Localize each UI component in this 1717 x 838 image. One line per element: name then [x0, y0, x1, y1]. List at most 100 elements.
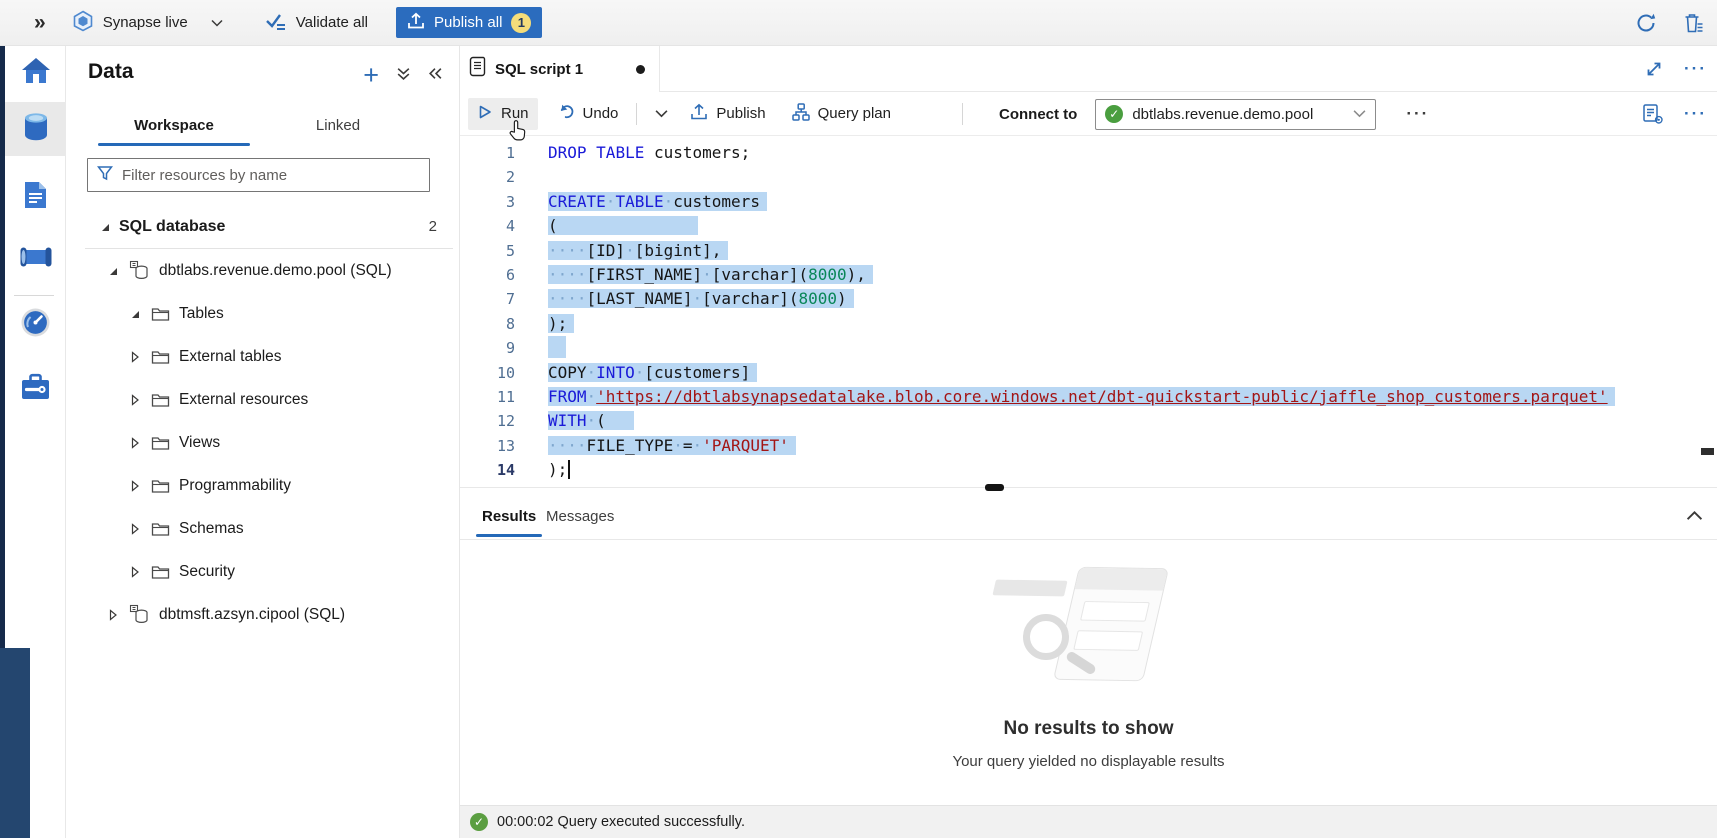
- filter-resources-input[interactable]: [122, 167, 420, 184]
- sql-editor[interactable]: 1DROP TABLE customers;23CREATE·TABLE·cus…: [460, 136, 1717, 487]
- tree-item-external-resources[interactable]: External resources: [66, 378, 459, 421]
- run-button[interactable]: Run: [468, 98, 538, 130]
- discard-trash-icon[interactable]: [1683, 12, 1705, 34]
- collapse-node-icon[interactable]: [105, 265, 121, 277]
- collapse-node-icon[interactable]: [97, 221, 113, 233]
- develop-icon: [22, 180, 49, 215]
- validate-all-button[interactable]: Validate all: [265, 12, 368, 34]
- tab-more-actions-button[interactable]: ···: [1684, 64, 1707, 74]
- code-line-1[interactable]: 1DROP TABLE customers;: [460, 141, 1717, 165]
- sidebar-item-integrate[interactable]: [5, 232, 66, 286]
- mode-selector[interactable]: Synapse live: [72, 10, 223, 36]
- tree-item-sql-database[interactable]: SQL database2: [66, 205, 459, 248]
- empty-state-subtitle: Your query yielded no displayable result…: [952, 753, 1224, 770]
- query-plan-button[interactable]: Query plan: [783, 97, 900, 131]
- filter-box: [87, 158, 430, 192]
- rail-divider: [14, 295, 54, 296]
- line-content: ····[ID]·[bigint],: [548, 239, 728, 263]
- publish-icon: [690, 103, 708, 125]
- tab-messages[interactable]: Messages: [546, 493, 614, 540]
- properties-icon[interactable]: [1642, 103, 1664, 125]
- sidebar-item-data[interactable]: [5, 102, 66, 156]
- publish-all-button[interactable]: Publish all 1: [396, 7, 542, 38]
- token: );: [548, 460, 567, 479]
- tree-item-dbtlabs-revenue-demo-pool-sql[interactable]: dbtlabs.revenue.demo.pool (SQL): [66, 249, 459, 292]
- tree-item-external-tables[interactable]: External tables: [66, 335, 459, 378]
- token: customers;: [644, 143, 750, 162]
- main-content: SQL script 1 ··· Run: [460, 46, 1717, 838]
- toolbar-more-button[interactable]: ···: [1684, 109, 1707, 119]
- tab-linked[interactable]: Linked: [256, 104, 420, 146]
- collapse-node-icon[interactable]: [127, 308, 143, 320]
- expand-node-icon[interactable]: [127, 523, 143, 535]
- undo-redo-dropdown[interactable]: [646, 99, 677, 128]
- add-resource-button[interactable]: +: [363, 66, 379, 84]
- tree-item-views[interactable]: Views: [66, 421, 459, 464]
- expand-node-icon[interactable]: [127, 480, 143, 492]
- token: [ID]: [587, 241, 626, 260]
- tree-item-count: 2: [429, 218, 437, 235]
- line-content: CREATE·TABLE·customers: [548, 190, 767, 214]
- code-line-10[interactable]: 10COPY·INTO·[customers]: [460, 361, 1717, 385]
- synapse-studio-window: » Synapse live Validate all Publish all …: [0, 0, 1717, 838]
- resize-diagonal-icon[interactable]: [1644, 59, 1664, 79]
- code-line-8[interactable]: 8);: [460, 312, 1717, 336]
- tab-results[interactable]: Results: [482, 493, 536, 540]
- refresh-icon[interactable]: [1635, 12, 1657, 34]
- token: ·: [587, 411, 597, 430]
- script-toolbar: Run Undo Publish: [460, 92, 1717, 136]
- sidebar-item-home[interactable]: [5, 46, 66, 100]
- code-line-3[interactable]: 3CREATE·TABLE·customers: [460, 190, 1717, 214]
- line-content: );: [548, 312, 574, 336]
- token: (: [548, 216, 558, 235]
- sidebar-item-monitor[interactable]: [5, 298, 66, 352]
- code-line-11[interactable]: 11FROM·'https://dbtlabsynapsedatalake.bl…: [460, 385, 1717, 409]
- expand-node-icon[interactable]: [127, 566, 143, 578]
- publish-button[interactable]: Publish: [681, 97, 774, 131]
- undo-button[interactable]: Undo: [548, 97, 628, 130]
- panel-title: Data: [88, 60, 134, 84]
- expand-node-icon[interactable]: [127, 351, 143, 363]
- code-line-13[interactable]: 13····FILE_TYPE·=·'PARQUET': [460, 434, 1717, 458]
- tree-item-label: External tables: [179, 348, 282, 366]
- expand-node-icon[interactable]: [127, 394, 143, 406]
- token: TABLE: [615, 192, 663, 211]
- toolbar-separator: [962, 103, 963, 125]
- token: );: [548, 314, 567, 333]
- sidebar-item-manage[interactable]: [5, 362, 66, 416]
- code-line-9[interactable]: 9: [460, 336, 1717, 360]
- code-line-12[interactable]: 12WITH·(: [460, 409, 1717, 433]
- splitter-grip[interactable]: [985, 484, 1004, 491]
- tree-item-tables[interactable]: Tables: [66, 292, 459, 335]
- token: 8000: [798, 289, 837, 308]
- code-line-6[interactable]: 6····[FIRST_NAME]·[varchar](8000),: [460, 263, 1717, 287]
- tree-item-dbtmsft-azsyn-cipool-sql[interactable]: dbtmsft.azsyn.cipool (SQL): [66, 593, 459, 636]
- connect-more-button[interactable]: ···: [1406, 109, 1429, 119]
- selection-block: [548, 336, 566, 358]
- code-line-14[interactable]: 14);: [460, 458, 1717, 482]
- selection-block: COPY·INTO·[customers]: [548, 363, 757, 382]
- sidebar-item-develop[interactable]: [5, 170, 66, 224]
- expand-topnav-icon[interactable]: »: [34, 11, 46, 35]
- code-line-2[interactable]: 2: [460, 165, 1717, 189]
- code-line-4[interactable]: 4(: [460, 214, 1717, 238]
- tab-workspace[interactable]: Workspace: [92, 104, 256, 146]
- collapse-panel-button[interactable]: [428, 66, 443, 84]
- query-status-bar: ✓ 00:00:02 Query executed successfully.: [460, 805, 1717, 838]
- code-line-5[interactable]: 5····[ID]·[bigint],: [460, 239, 1717, 263]
- chevron-up-icon[interactable]: [1686, 509, 1703, 524]
- results-header: Results Messages: [460, 493, 1717, 540]
- code-line-7[interactable]: 7····[LAST_NAME]·[varchar](8000): [460, 287, 1717, 311]
- tree-item-programmability[interactable]: Programmability: [66, 464, 459, 507]
- folder-icon: [151, 392, 170, 408]
- connect-group: Connect to ✓ dbtlabs.revenue.demo.pool ·…: [953, 92, 1429, 136]
- tree-item-security[interactable]: Security: [66, 550, 459, 593]
- tab-title: SQL script 1: [495, 61, 583, 78]
- tree-item-schemas[interactable]: Schemas: [66, 507, 459, 550]
- tab-sql-script[interactable]: SQL script 1: [460, 46, 660, 92]
- double-chevron-down-icon: [396, 66, 411, 84]
- actions-menu-button[interactable]: [396, 66, 411, 84]
- expand-node-icon[interactable]: [105, 609, 121, 621]
- expand-node-icon[interactable]: [127, 437, 143, 449]
- pool-dropdown[interactable]: ✓ dbtlabs.revenue.demo.pool: [1095, 99, 1376, 130]
